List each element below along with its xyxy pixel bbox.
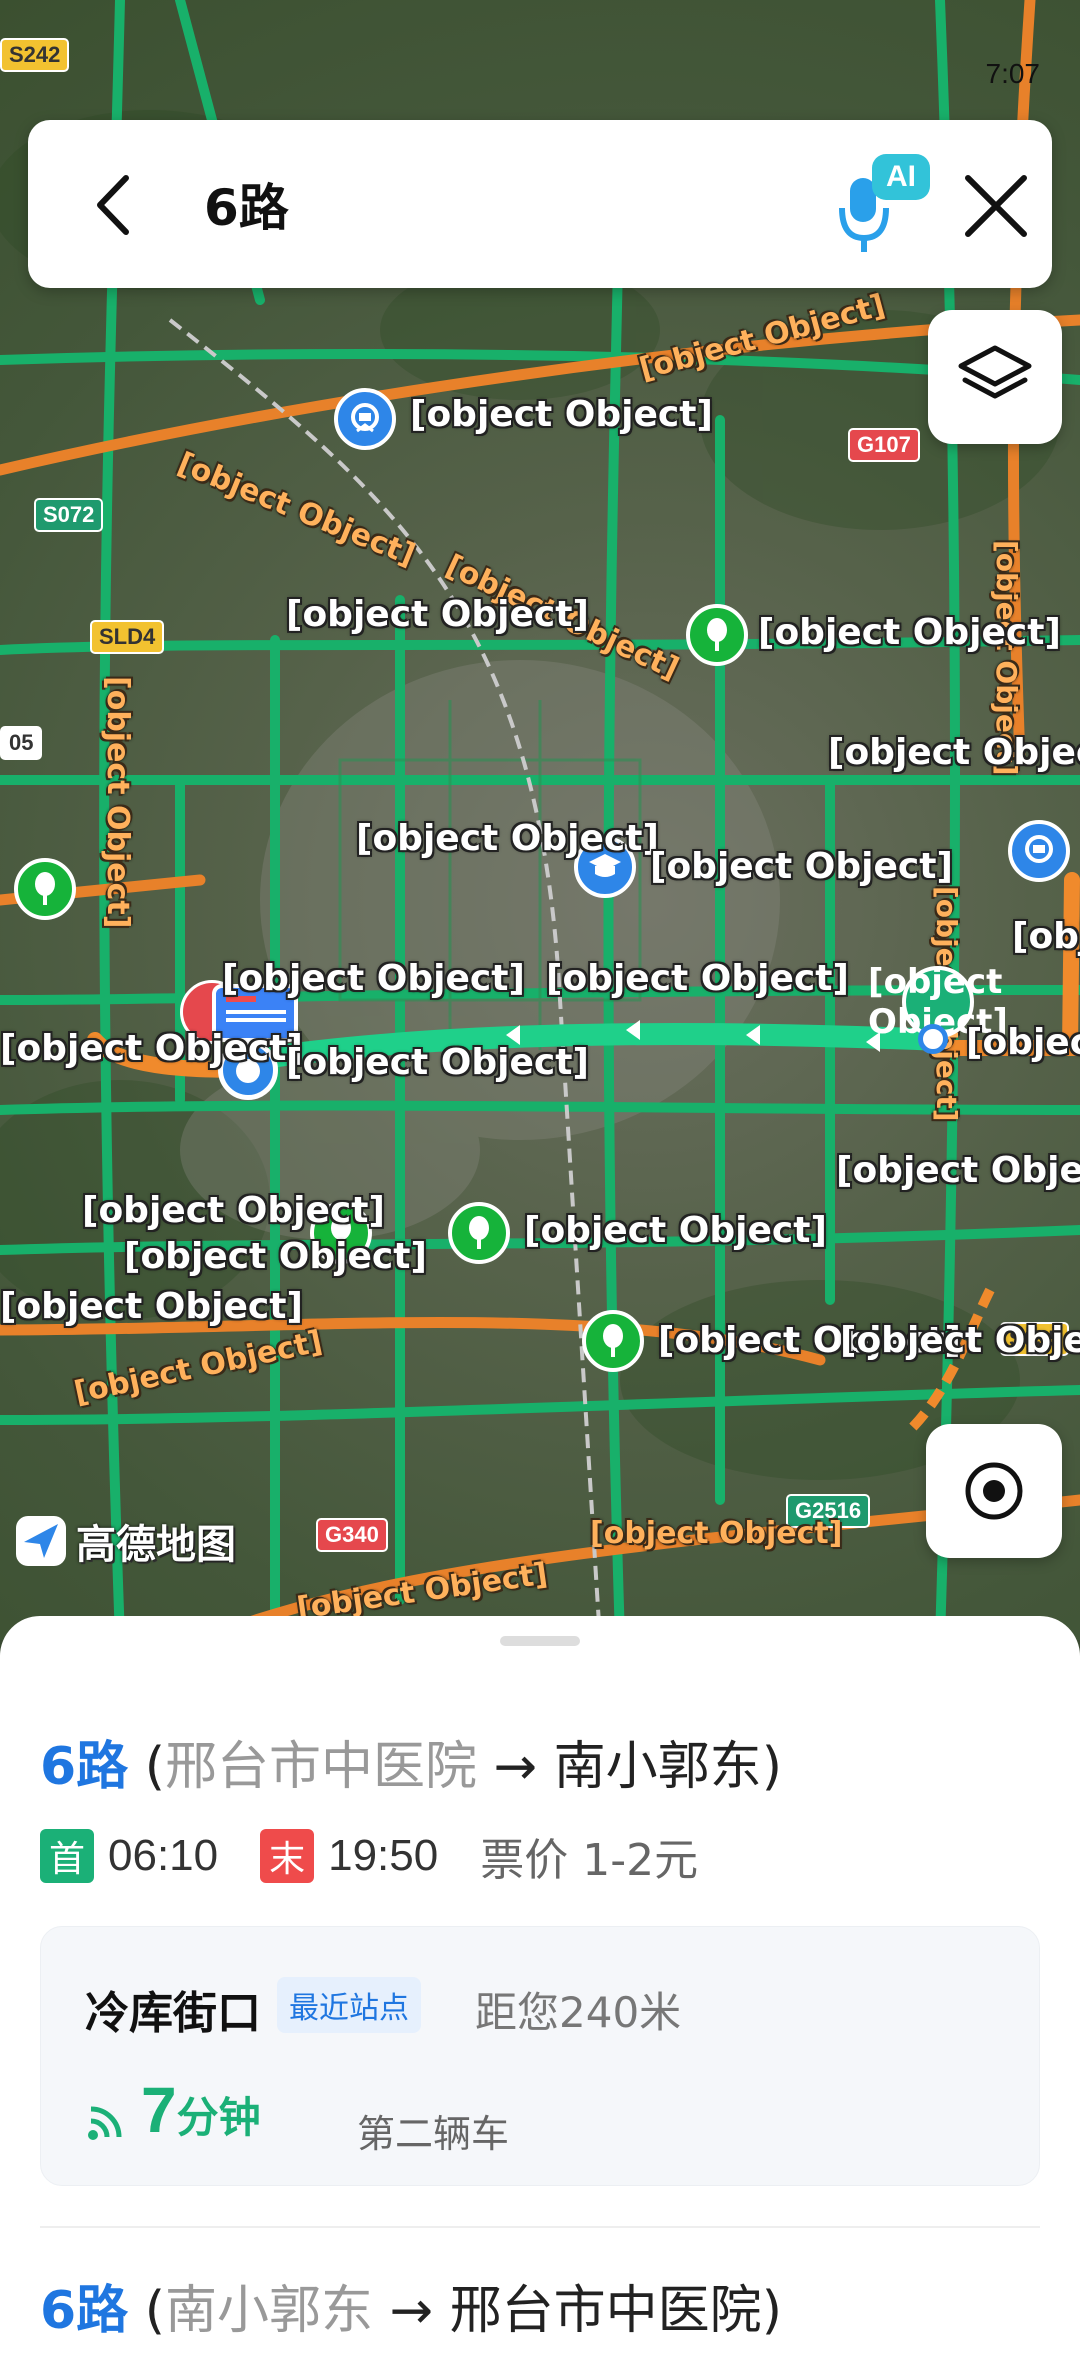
- clock: 7:07: [985, 58, 1041, 89]
- layers-button[interactable]: [928, 310, 1062, 444]
- park-icon[interactable]: [582, 1310, 644, 1372]
- place-label: [object Object]: [410, 394, 713, 435]
- station-icon[interactable]: [1008, 820, 1070, 882]
- place-label: [object Object]: [286, 594, 589, 635]
- train-station-icon[interactable]: [334, 388, 396, 450]
- route-destination: 南小郭东: [553, 1737, 762, 1797]
- paren-close: ): [761, 2281, 782, 2341]
- route-shield: S242: [0, 38, 70, 72]
- last-bus-tag: 末: [260, 1829, 315, 1883]
- place-label: [object Object]: [546, 958, 849, 999]
- nearest-stop-card[interactable]: 冷库街口 最近站点 距您240米 7 分钟 第二辆车: [40, 1926, 1040, 2186]
- first-bus-tag: 首: [40, 1829, 94, 1883]
- stop-distance: 距您240米: [475, 1988, 682, 2037]
- place-label: [object Object]: [650, 846, 953, 887]
- route-destination: 邢台市中医院: [449, 2281, 762, 2341]
- place-label: [object Object]: [966, 1022, 1080, 1063]
- place-label: [object Object]: [356, 818, 659, 859]
- place-label: [object Object]: [286, 1042, 589, 1083]
- layers-icon: [958, 345, 1032, 399]
- route-origin: 邢台市中医院: [165, 1737, 478, 1797]
- paren-open: (: [128, 2281, 166, 2341]
- park-icon[interactable]: [14, 858, 76, 920]
- park-icon[interactable]: [686, 604, 748, 666]
- place-label: [object Object]: [524, 1210, 827, 1251]
- route-origin: 南小郭东: [165, 2281, 374, 2341]
- road-label: [object Object]: [590, 1516, 843, 1551]
- stop-name: 冷库街口: [85, 1988, 261, 2039]
- service-hours: 首 06:10 末 19:50 票价 1-2元: [40, 1824, 698, 1888]
- route-direction-1[interactable]: 6路 (邢台市中医院 → 南小郭东): [40, 1724, 782, 1799]
- ai-voice-button[interactable]: AI: [828, 150, 938, 260]
- ai-badge: AI: [886, 160, 916, 193]
- paren-close: ): [761, 1737, 782, 1797]
- amap-logo-icon: [16, 1516, 66, 1566]
- route-number: 6路: [40, 2281, 129, 2341]
- map-logo: 高德地图: [14, 1512, 236, 1570]
- route-arrow: →: [373, 2281, 450, 2341]
- eta-unit: 分钟: [176, 2093, 261, 2142]
- place-label: [object Object]: [124, 1236, 427, 1277]
- place-label: [object Object]: [0, 1286, 303, 1327]
- route-arrow: →: [477, 1737, 554, 1797]
- place-label: [object Object]: [82, 1190, 385, 1231]
- map-view[interactable]: 7:07 S242 G107 S072 SLD4 S035 G340 G2516…: [0, 0, 1080, 1640]
- place-label: [object Object]: [0, 1028, 303, 1069]
- fare: 票价 1-2元: [480, 1835, 699, 1886]
- route-shield: SLD4: [90, 620, 165, 654]
- logo-text: 高德地图: [76, 1522, 236, 1568]
- nearest-stop-badge: 最近站点: [277, 1977, 421, 2033]
- place-label: [object Object]: [840, 1320, 1080, 1361]
- microphone-icon: [839, 154, 930, 252]
- search-bar[interactable]: 6路 AI: [28, 120, 1052, 288]
- route-shield: G107: [848, 428, 920, 462]
- locate-icon: [965, 1462, 1023, 1520]
- arrival-eta: 7 分钟: [85, 2073, 261, 2147]
- vehicle-order: 第二辆车: [357, 2112, 510, 2156]
- place-label: [object Object]: [758, 612, 1061, 653]
- realtime-signal-icon: [88, 2106, 122, 2140]
- start-stop-dot: [918, 1024, 948, 1054]
- route-shield: G340: [316, 1518, 388, 1552]
- route-direction-2[interactable]: 6路 (南小郭东 → 邢台市中医院): [40, 2268, 782, 2343]
- route-number: 6路: [40, 1737, 129, 1797]
- route-shield: S072: [34, 498, 104, 532]
- sheet-drag-handle[interactable]: [500, 1636, 580, 1646]
- road-label: [object Object]: [100, 676, 135, 929]
- divider: [40, 2226, 1040, 2228]
- status-bar: 7:07: [0, 40, 1080, 100]
- back-icon[interactable]: [82, 170, 152, 240]
- place-label: [object Object]: [222, 958, 525, 999]
- close-icon[interactable]: [958, 168, 1034, 244]
- bus-line-sheet[interactable]: 6路 (邢台市中医院 → 南小郭东) 首 06:10 末 19:50 票价 1-…: [0, 1616, 1080, 2376]
- first-bus-time: 06:10: [108, 1831, 219, 1880]
- last-bus-time: 19:50: [328, 1831, 439, 1880]
- park-icon[interactable]: [448, 1202, 510, 1264]
- eta-minutes: 7: [141, 2074, 177, 2146]
- route-shield: 05: [0, 726, 43, 760]
- place-label: [object Object]: [828, 732, 1080, 773]
- search-query[interactable]: 6路: [204, 168, 289, 240]
- paren-open: (: [128, 1737, 166, 1797]
- place-label: [object Object]: [836, 1150, 1080, 1191]
- place-label: [object Object]: [1012, 916, 1080, 957]
- locate-button[interactable]: [926, 1424, 1062, 1558]
